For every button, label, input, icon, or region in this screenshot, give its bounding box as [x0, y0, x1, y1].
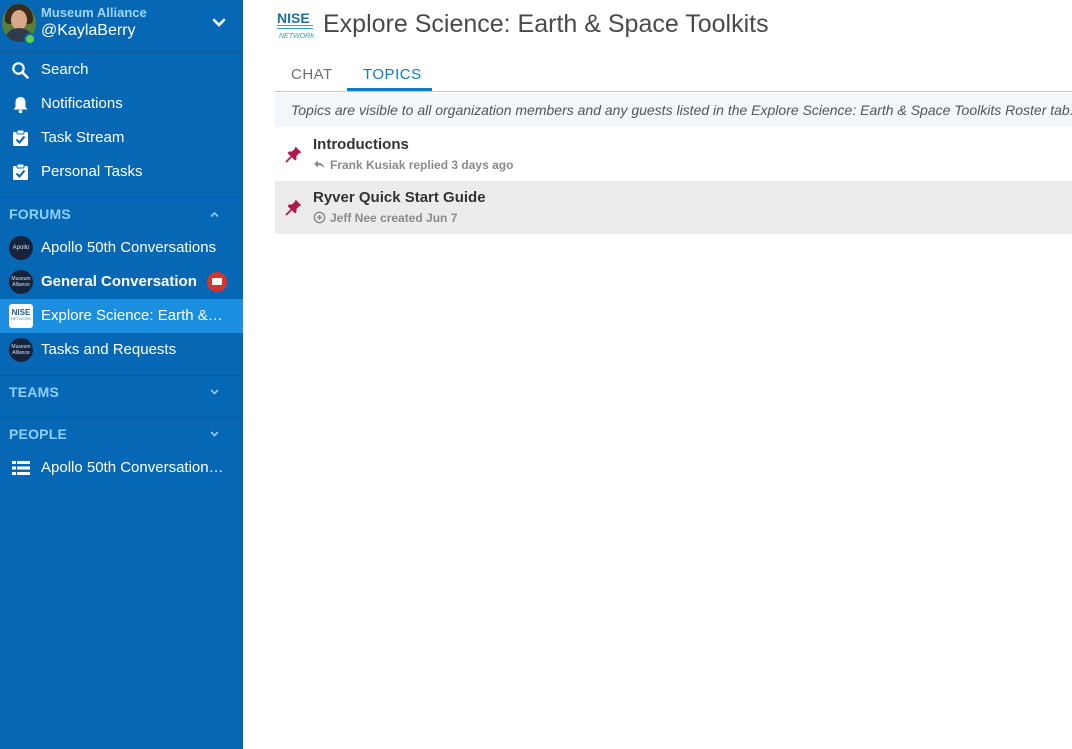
- teams-section-title[interactable]: TEAMS: [9, 384, 59, 400]
- forum-avatar: Museum Alliance: [9, 270, 33, 294]
- nav-task-stream[interactable]: Task Stream: [0, 121, 243, 155]
- nav-personal-tasks[interactable]: Personal Tasks: [0, 155, 243, 189]
- topic-meta: Jeff Nee created Jun 7: [330, 211, 458, 225]
- task-check-icon: [13, 129, 28, 146]
- forum-item-apollo-50th[interactable]: Apollo Apollo 50th Conversations: [0, 231, 243, 265]
- org-header[interactable]: Museum Alliance @KaylaBerry: [0, 0, 243, 53]
- pin-icon[interactable]: [285, 198, 303, 216]
- forum-item-general-conversation[interactable]: Museum Alliance General Conversation: [0, 265, 243, 299]
- forum-avatar: NISE NETWORK: [9, 304, 33, 328]
- nav-task-stream-label: Task Stream: [41, 129, 125, 146]
- forum-item-tasks-and-requests[interactable]: Museum Alliance Tasks and Requests: [0, 333, 243, 367]
- tab-chat[interactable]: CHAT: [291, 66, 333, 83]
- topic-row[interactable]: Introductions Frank Kusiak replied 3 day…: [275, 128, 1072, 181]
- nav-search-label: Search: [41, 61, 89, 78]
- active-tab-indicator: [347, 88, 432, 91]
- chevron-up-icon[interactable]: [208, 208, 221, 221]
- chevron-down-icon[interactable]: [210, 14, 228, 32]
- forum-item-label: Explore Science: Earth & Space Toolkits: [41, 307, 226, 324]
- bell-icon: [13, 97, 28, 114]
- topic-meta: Frank Kusiak replied 3 days ago: [330, 158, 514, 172]
- forum-logo: NISE NETWORK: [277, 10, 314, 40]
- forum-item-explore-science[interactable]: NISE NETWORK Explore Science: Earth & Sp…: [0, 299, 243, 333]
- forum-item-label: Tasks and Requests: [41, 341, 177, 358]
- nav-personal-tasks-label: Personal Tasks: [41, 163, 143, 180]
- pin-icon[interactable]: [285, 145, 303, 163]
- people-item-apollo-roster[interactable]: Apollo 50th Conversations Roster: [0, 451, 243, 485]
- tab-bar: CHAT TOPICS: [275, 60, 1072, 92]
- nav-notifications[interactable]: Notifications: [0, 87, 243, 121]
- forum-avatar: Museum Alliance: [9, 338, 33, 362]
- people-item-label: Apollo 50th Conversations Roster: [41, 459, 226, 476]
- chevron-down-icon[interactable]: [208, 427, 221, 440]
- info-banner: Topics are visible to all organization m…: [275, 93, 1072, 127]
- create-circle-icon: [313, 211, 326, 224]
- divider: [0, 375, 243, 376]
- main-content: NISE NETWORK Explore Science: Earth & Sp…: [243, 0, 1072, 749]
- reply-icon: [314, 160, 325, 169]
- nav-search[interactable]: Search: [0, 53, 243, 87]
- sidebar: Museum Alliance @KaylaBerry Search Notif…: [0, 0, 243, 749]
- svg-text:NISE: NISE: [277, 10, 310, 26]
- topic-row[interactable]: Ryver Quick Start Guide Jeff Nee created…: [275, 181, 1072, 234]
- presence-indicator: [24, 33, 36, 45]
- page-title: Explore Science: Earth & Space Toolkits: [323, 10, 769, 38]
- forum-item-label: General Conversation: [41, 273, 197, 290]
- search-icon: [12, 62, 29, 79]
- list-icon: [12, 461, 30, 475]
- forum-item-label: Apollo 50th Conversations: [41, 239, 217, 256]
- divider: [0, 197, 243, 198]
- topic-title[interactable]: Introductions: [313, 136, 409, 153]
- unread-badge: [207, 272, 227, 292]
- info-text: Topics are visible to all organization m…: [291, 102, 1072, 118]
- forums-section-title[interactable]: FORUMS: [9, 206, 71, 222]
- org-name: Museum Alliance: [41, 5, 147, 20]
- forum-avatar: Apollo: [9, 236, 33, 260]
- tab-topics[interactable]: TOPICS: [363, 66, 422, 83]
- topic-title[interactable]: Ryver Quick Start Guide: [313, 189, 486, 206]
- divider: [0, 417, 243, 418]
- svg-text:NETWORK: NETWORK: [279, 33, 314, 40]
- user-handle: @KaylaBerry: [41, 22, 136, 39]
- chat-bubble-icon: [212, 278, 222, 285]
- people-section-title[interactable]: PEOPLE: [9, 426, 67, 442]
- task-check-icon: [13, 163, 28, 180]
- nav-notifications-label: Notifications: [41, 95, 123, 112]
- chevron-down-icon[interactable]: [208, 385, 221, 398]
